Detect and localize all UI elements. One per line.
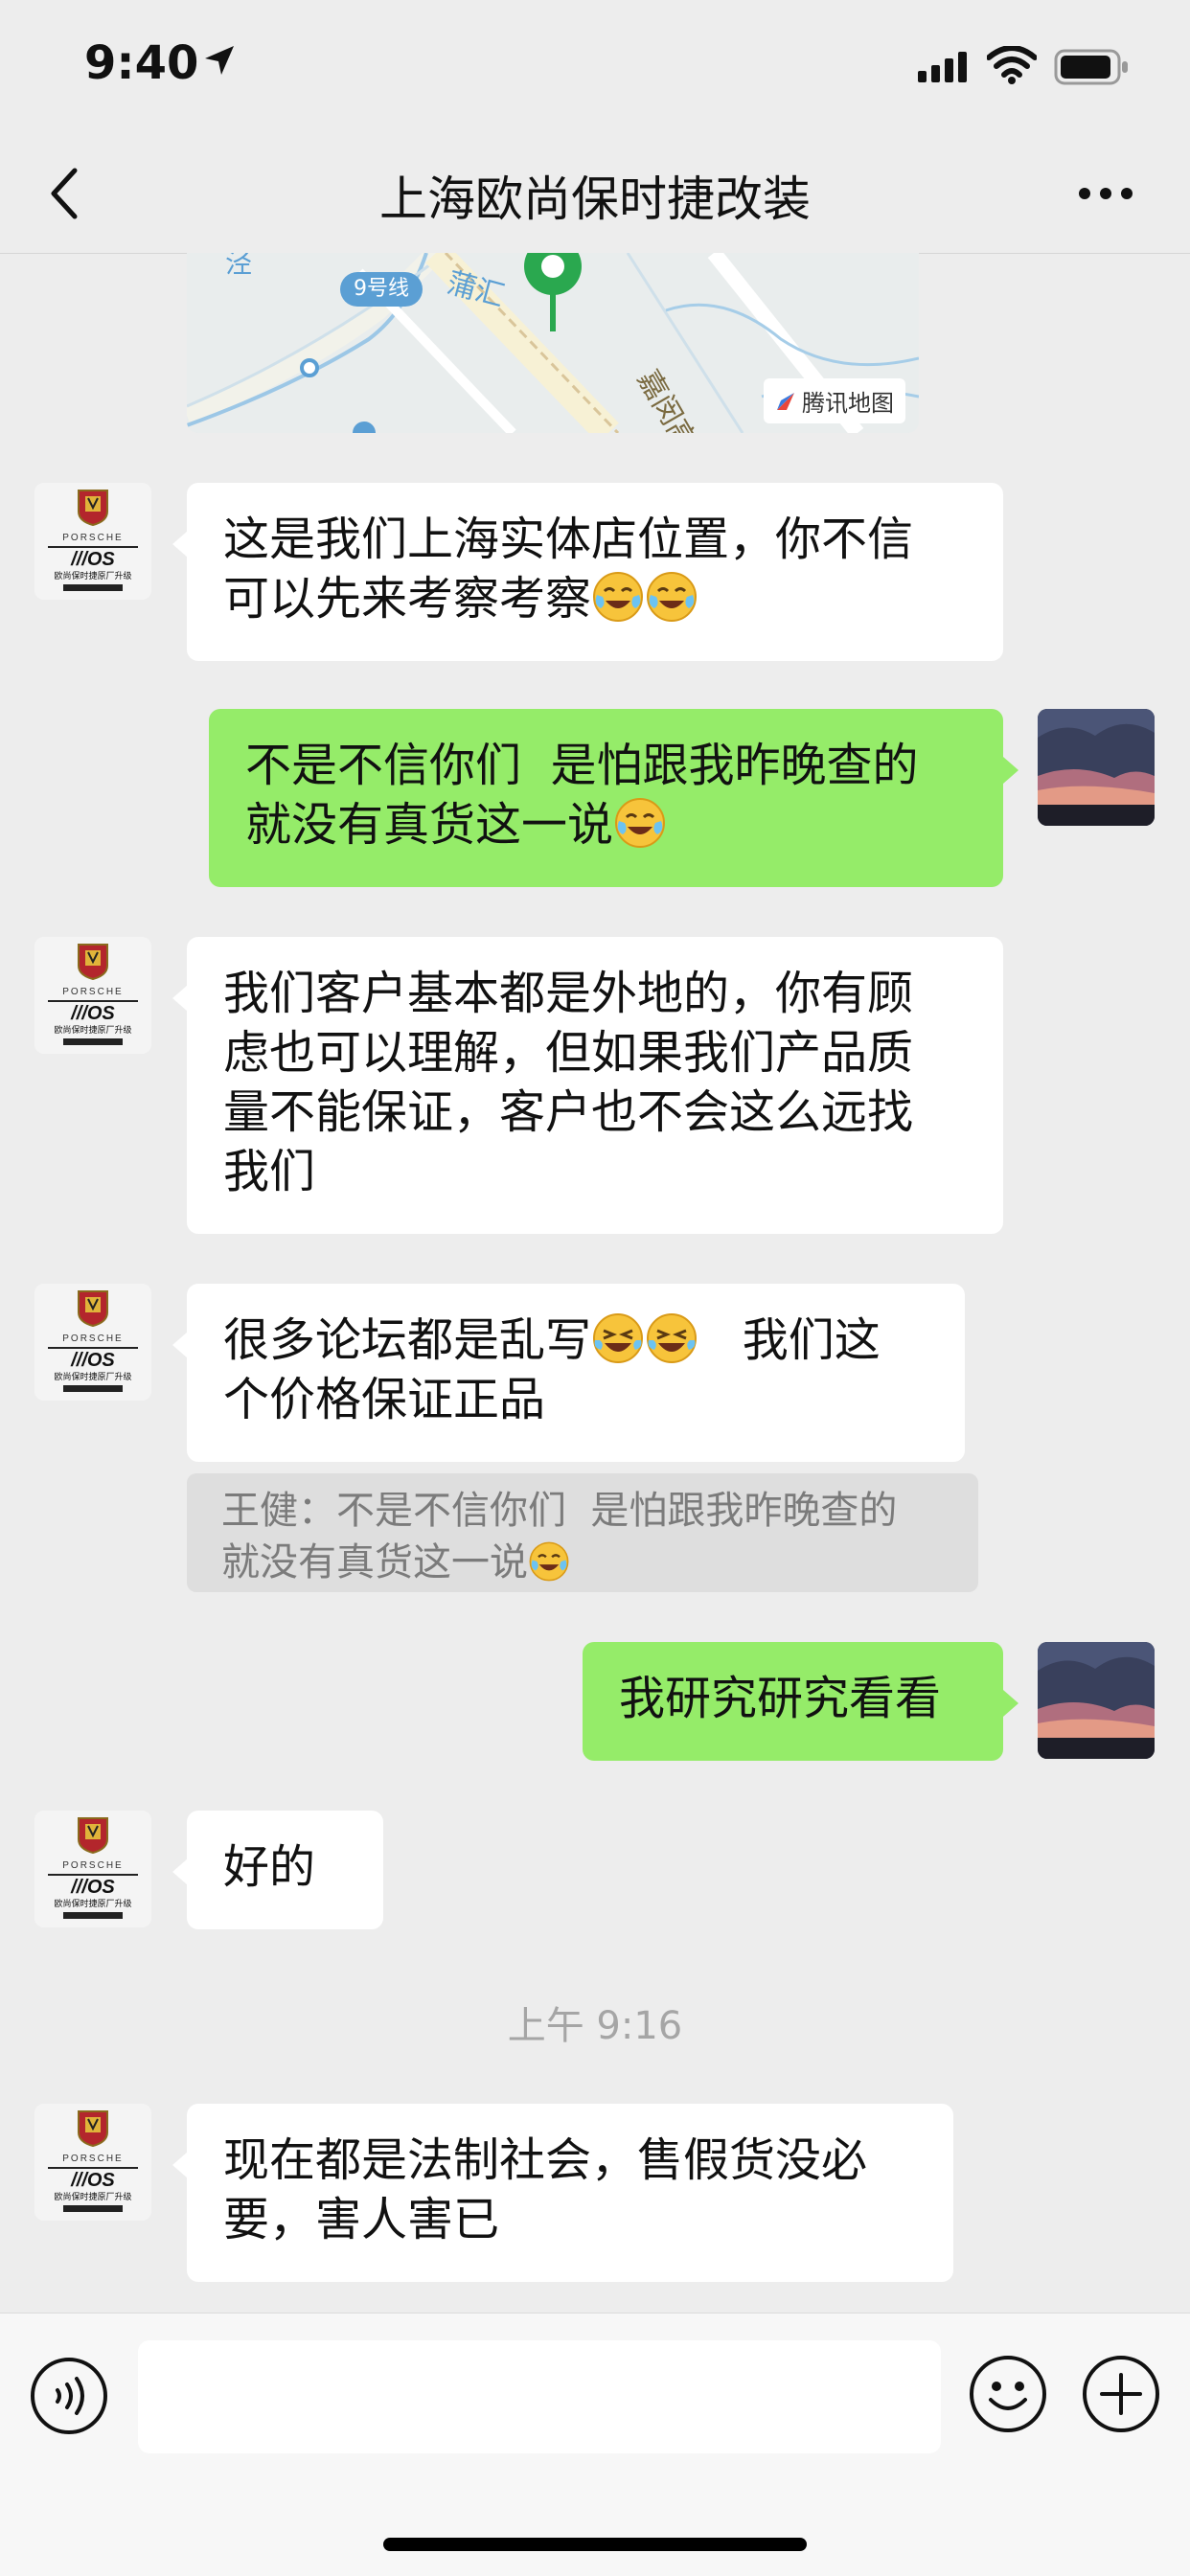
input-bar bbox=[0, 2313, 1190, 2576]
location-arrow-icon bbox=[205, 46, 234, 75]
shop-avatar[interactable] bbox=[34, 1811, 151, 1927]
crying-laughing-emoji-icon bbox=[645, 570, 698, 624]
location-map-card[interactable]: 泾 蒲汇 嘉闵高 9号线 腾讯地图 bbox=[187, 253, 919, 433]
bubble-tail bbox=[172, 531, 188, 558]
message-list[interactable]: 泾 蒲汇 嘉闵高 9号线 腾讯地图 这是我们上海实体店位置，你不信 可以先来考察… bbox=[0, 253, 1190, 2313]
sunset-sky-image bbox=[1038, 709, 1155, 826]
outgoing-message[interactable]: 不是不信你们 是怕跟我昨晚查的 就没有真货这一说 bbox=[209, 709, 1003, 887]
add-attachment-icon[interactable] bbox=[1081, 2354, 1161, 2434]
map-brand-text: 腾讯地图 bbox=[802, 390, 894, 417]
incoming-message[interactable]: 这是我们上海实体店位置，你不信 可以先来考察考察 bbox=[187, 483, 1003, 661]
bubble-tail bbox=[1003, 1690, 1018, 1717]
bubble-tail bbox=[1003, 757, 1018, 784]
tencent-map-icon bbox=[777, 392, 794, 410]
more-options-icon[interactable] bbox=[1077, 186, 1134, 201]
crying-laughing-emoji-icon bbox=[591, 570, 645, 624]
bubble-tail bbox=[172, 985, 188, 1012]
status-bar: 9:40 bbox=[0, 0, 1190, 134]
crying-laughing-emoji-icon bbox=[528, 1540, 570, 1583]
bubble-tail bbox=[172, 1332, 188, 1358]
map-brand-label: 腾讯地图 bbox=[764, 378, 905, 423]
user-avatar[interactable] bbox=[1038, 709, 1155, 826]
battery-icon bbox=[1054, 49, 1128, 85]
status-time: 9:40 bbox=[84, 36, 199, 90]
bubble-tail bbox=[172, 1858, 188, 1885]
chat-header: 上海欧尚保时捷改装 bbox=[0, 134, 1190, 254]
message-text: 这是我们上海实体店位置，你不信 可以先来考察考察 bbox=[223, 513, 914, 626]
shop-avatar[interactable] bbox=[34, 483, 151, 600]
home-indicator[interactable] bbox=[383, 2538, 807, 2551]
cellular-signal-icon bbox=[918, 52, 967, 82]
incoming-message[interactable]: 我们客户基本都是外地的，你有顾 虑也可以理解，但如果我们产品质 量不能保证，客户… bbox=[187, 937, 1003, 1234]
bubble-tail bbox=[172, 2152, 188, 2178]
metro-line-label: 9号线 bbox=[354, 277, 409, 301]
message-text: 我们客户基本都是外地的，你有顾 虑也可以理解，但如果我们产品质 量不能保证，客户… bbox=[223, 967, 914, 1198]
wifi-icon bbox=[987, 46, 1037, 84]
tears-of-joy-emoji-icon bbox=[591, 1311, 645, 1365]
message-timestamp: 上午 9:16 bbox=[507, 2004, 683, 2048]
crying-laughing-emoji-icon bbox=[613, 796, 667, 850]
shop-avatar[interactable] bbox=[34, 937, 151, 1054]
user-avatar[interactable] bbox=[1038, 1642, 1155, 1759]
incoming-message[interactable]: 很多论坛都是乱写 我们这 个价格保证正品 bbox=[187, 1284, 965, 1462]
shop-avatar[interactable] bbox=[34, 1284, 151, 1401]
quoted-message[interactable]: 王健：不是不信你们 是怕跟我昨晚查的 就没有真货这一说 bbox=[187, 1473, 978, 1592]
svg-text:泾: 泾 bbox=[225, 253, 252, 279]
incoming-message[interactable]: 好的 bbox=[187, 1811, 383, 1929]
message-text: 好的 bbox=[223, 1840, 316, 1894]
tears-of-joy-emoji-icon bbox=[645, 1311, 698, 1365]
outgoing-message[interactable]: 我研究研究看看 bbox=[583, 1642, 1003, 1761]
shop-avatar[interactable] bbox=[34, 2104, 151, 2221]
sunset-sky-image bbox=[1038, 1642, 1155, 1759]
message-input[interactable] bbox=[138, 2340, 941, 2453]
message-text: 我研究研究看看 bbox=[619, 1672, 942, 1725]
message-text: 现在都是法制社会，售假货没必 要，害人害已 bbox=[223, 2133, 868, 2246]
incoming-message[interactable]: 现在都是法制社会，售假货没必 要，害人害已 bbox=[187, 2104, 953, 2282]
voice-input-icon[interactable] bbox=[29, 2356, 109, 2436]
message-text: 很多论坛都是乱写 bbox=[223, 1313, 592, 1367]
emoji-picker-icon[interactable] bbox=[968, 2354, 1048, 2434]
message-text: 不是不信你们 是怕跟我昨晚查的 就没有真货这一说 bbox=[245, 739, 919, 852]
chat-title: 上海欧尚保时捷改装 bbox=[379, 171, 811, 227]
